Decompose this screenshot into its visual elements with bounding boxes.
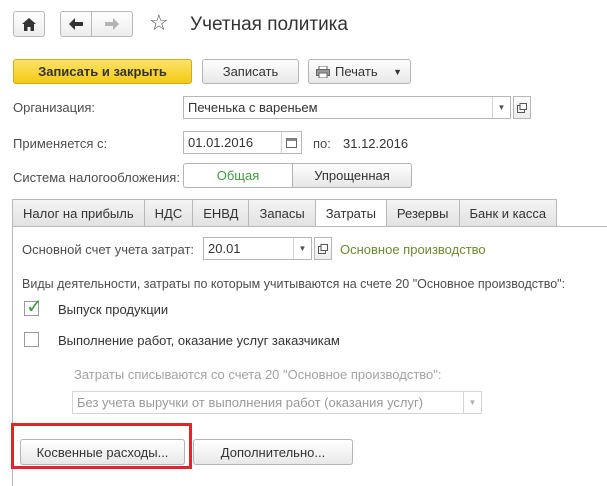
back-button[interactable] [60, 11, 92, 37]
home-button[interactable] [13, 11, 45, 37]
tab-vat[interactable]: НДС [143, 199, 193, 227]
printer-icon [316, 65, 330, 78]
checkmark-icon: ✓ [26, 296, 43, 318]
open-icon [318, 243, 328, 254]
account-link[interactable]: Основное производство [340, 242, 486, 257]
page-title: Учетная политика [190, 14, 348, 35]
home-icon [22, 17, 36, 31]
tab-inventory[interactable]: Запасы [248, 199, 315, 227]
chevron-down-icon: ▼ [463, 392, 481, 413]
account-field[interactable]: 20.01 ▼ [203, 237, 312, 260]
writeoff-field[interactable]: Без учета выручки от выполнения работ (о… [72, 391, 482, 414]
account-value: 20.01 [208, 241, 241, 256]
save-and-close-button[interactable]: Записать и закрыть [13, 59, 192, 84]
tax-label: Система налогообложения: [13, 170, 180, 185]
date-to-value: 31.12.2016 [343, 136, 409, 151]
date-from-value: 01.01.2016 [188, 135, 254, 150]
production-label[interactable]: Выпуск продукции [58, 302, 168, 317]
tab-reserves[interactable]: Резервы [385, 199, 459, 227]
org-open-button[interactable] [513, 96, 531, 119]
tabs-bar: Налог на прибыль НДС ЕНВД Запасы Затраты… [12, 199, 558, 227]
to-label: по: [313, 136, 331, 151]
services-label[interactable]: Выполнение работ, оказание услуг заказчи… [58, 333, 340, 348]
tab-envd[interactable]: ЕНВД [192, 199, 249, 227]
print-label: Печать [335, 64, 378, 79]
additional-button[interactable]: Дополнительно... [193, 439, 353, 465]
activities-heading: Виды деятельности, затраты по которым уч… [22, 277, 566, 291]
org-field[interactable]: Печенька с вареньем ▼ [183, 96, 511, 119]
tax-general-option[interactable]: Общая [183, 163, 293, 188]
tab-costs[interactable]: Затраты [314, 199, 386, 227]
tab-bank-cash[interactable]: Банк и касса [458, 199, 558, 227]
highlight-frame [11, 423, 192, 469]
org-label: Организация: [13, 100, 96, 115]
date-from-field[interactable]: 01.01.2016 [183, 131, 302, 154]
chevron-down-icon[interactable]: ▼ [293, 238, 311, 259]
forward-button[interactable] [91, 11, 133, 37]
account-label: Основной счет учета затрат: [22, 242, 195, 257]
calendar-icon[interactable] [281, 132, 301, 153]
save-button[interactable]: Записать [202, 59, 299, 84]
applies-label: Применяется с: [13, 136, 108, 151]
services-checkbox[interactable] [24, 332, 39, 347]
arrow-right-icon [105, 18, 119, 30]
chevron-down-icon: ▼ [393, 66, 402, 77]
org-value: Печенька с вареньем [188, 100, 318, 115]
arrow-left-icon [69, 18, 83, 30]
production-checkbox[interactable]: ✓ [24, 296, 43, 318]
account-open-button[interactable] [314, 237, 332, 260]
writeoff-value: Без учета выручки от выполнения работ (о… [77, 395, 424, 410]
writeoff-label: Затраты списываются со счета 20 "Основно… [74, 367, 442, 382]
tab-profit-tax[interactable]: Налог на прибыль [12, 199, 144, 227]
chevron-down-icon[interactable]: ▼ [492, 97, 510, 118]
tax-simplified-option[interactable]: Упрощенная [292, 163, 412, 188]
print-button[interactable]: Печать ▼ [308, 59, 411, 84]
open-icon [517, 102, 527, 113]
favorite-star-icon[interactable]: ☆ [149, 10, 169, 36]
